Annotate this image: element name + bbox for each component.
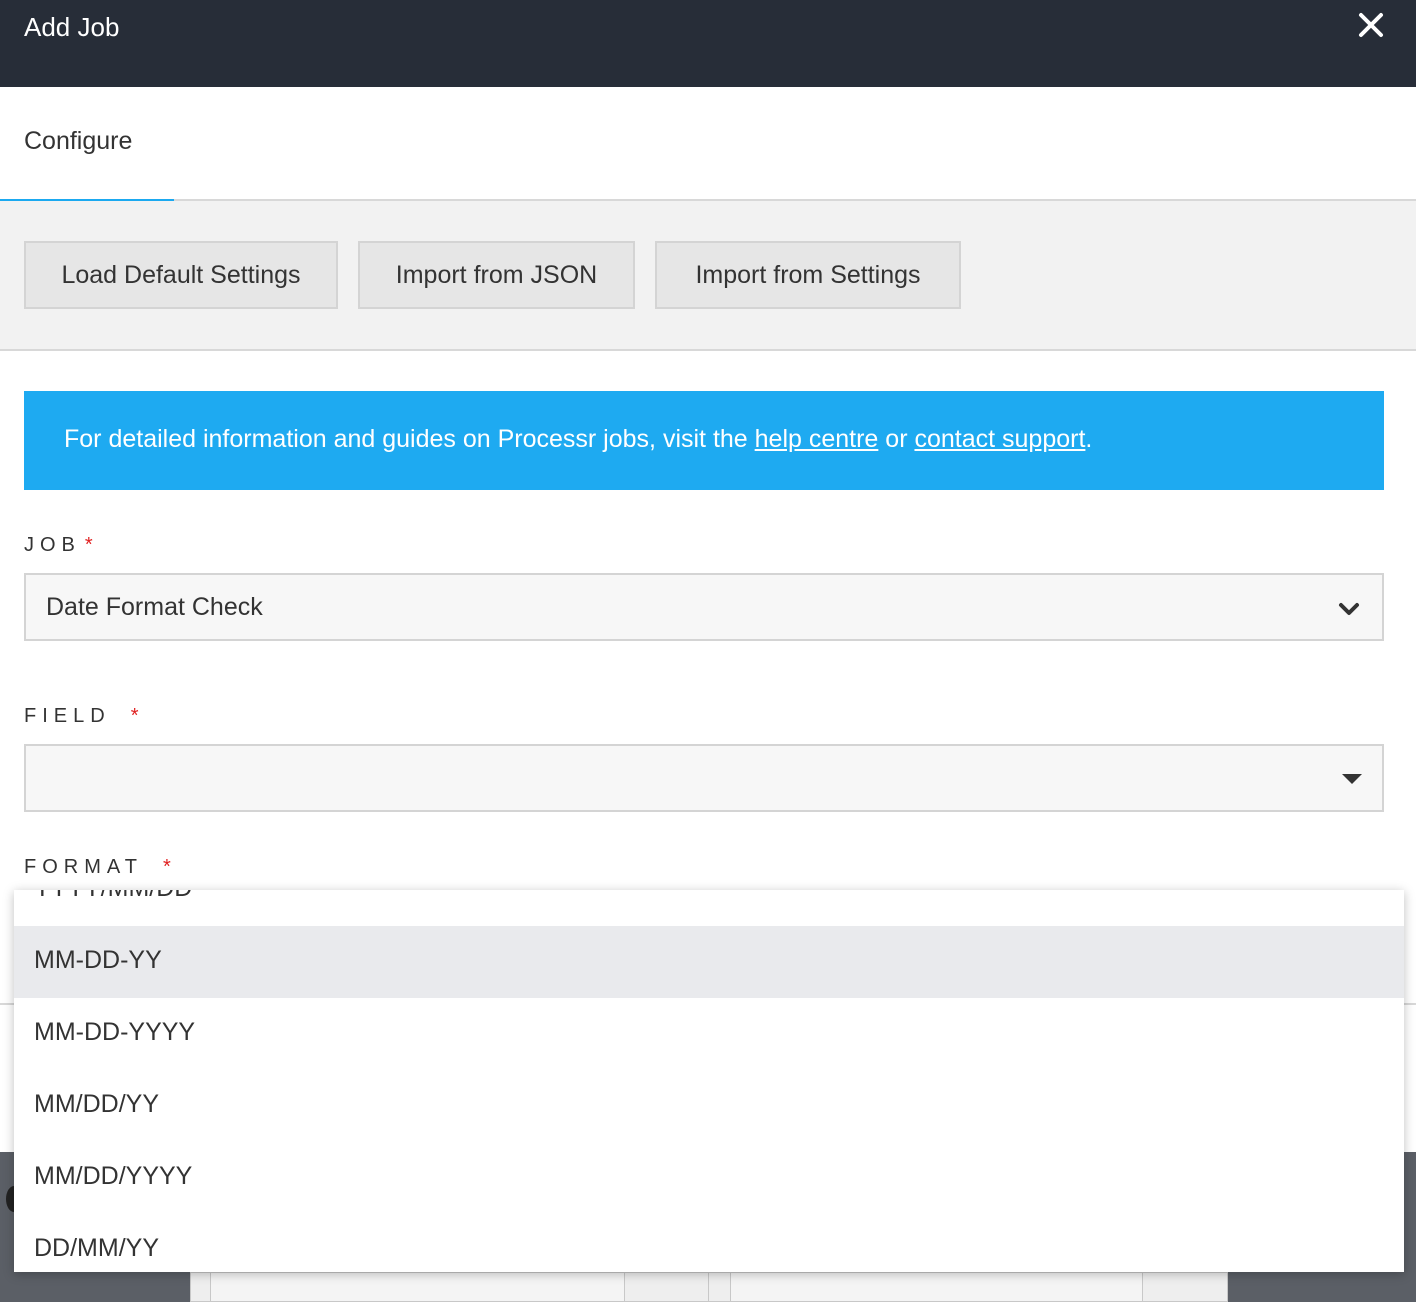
import-from-settings-button[interactable]: Import from Settings [655,241,961,309]
field-select[interactable] [24,744,1384,812]
format-option-label: MM/DD/YYYY [34,1162,193,1190]
field-label-text: FIELD [24,705,111,727]
format-option-label: YYYY/MM/DD [34,890,192,903]
contact-support-link[interactable]: contact support [914,425,1085,453]
format-dropdown-list[interactable]: YYYY/MM/DD MM-DD-YY MM-DD-YYYY MM/DD/YY … [14,890,1404,1272]
format-option-label: MM-DD-YY [34,946,162,974]
tab-bar: Configure [0,87,1416,203]
format-label: FORMAT * [24,856,171,879]
format-option[interactable]: MM/DD/YY [14,1070,1404,1142]
job-label: JOB * [24,534,93,557]
format-option-label: DD/MM/YY [34,1234,159,1262]
import-from-json-button[interactable]: Import from JSON [358,241,635,309]
modal-title: Add Job [24,12,120,42]
job-select-value: Date Format Check [46,593,263,621]
close-icon[interactable] [1356,10,1386,40]
format-option-label: MM-DD-YYYY [34,1018,196,1046]
background-input [730,1272,1143,1302]
format-option[interactable]: MM-DD-YYYY [14,998,1404,1070]
caret-down-icon [1342,774,1362,784]
tab-label: Configure [24,127,133,155]
format-option[interactable]: MM-DD-YY [14,926,1404,998]
job-label-text: JOB [24,534,81,556]
required-marker: * [84,534,93,556]
job-select[interactable]: Date Format Check [24,573,1384,641]
chevron-down-icon [1339,603,1359,615]
format-option-label: MM/DD/YY [34,1090,159,1118]
format-option[interactable]: DD/MM/YY [14,1214,1404,1272]
help-centre-link[interactable]: help centre [755,425,879,453]
modal-header: Add Job [0,0,1416,87]
background-input [210,1272,625,1302]
format-option[interactable]: MM/DD/YYYY [14,1142,1404,1214]
info-text-end: . [1085,425,1093,453]
format-option[interactable]: YYYY/MM/DD [14,890,1404,926]
field-label: FIELD * [24,705,138,728]
load-default-settings-button[interactable]: Load Default Settings [24,241,338,309]
info-banner: For detailed information and guides on P… [24,391,1384,490]
info-text-or: or [878,425,915,453]
info-text: For detailed information and guides on P… [64,425,755,453]
toolbar: Load Default Settings Import from JSON I… [0,201,1416,351]
required-marker: * [130,705,139,727]
tab-configure[interactable]: Configure [0,87,174,203]
required-marker: * [162,856,171,878]
format-label-text: FORMAT [24,856,143,878]
